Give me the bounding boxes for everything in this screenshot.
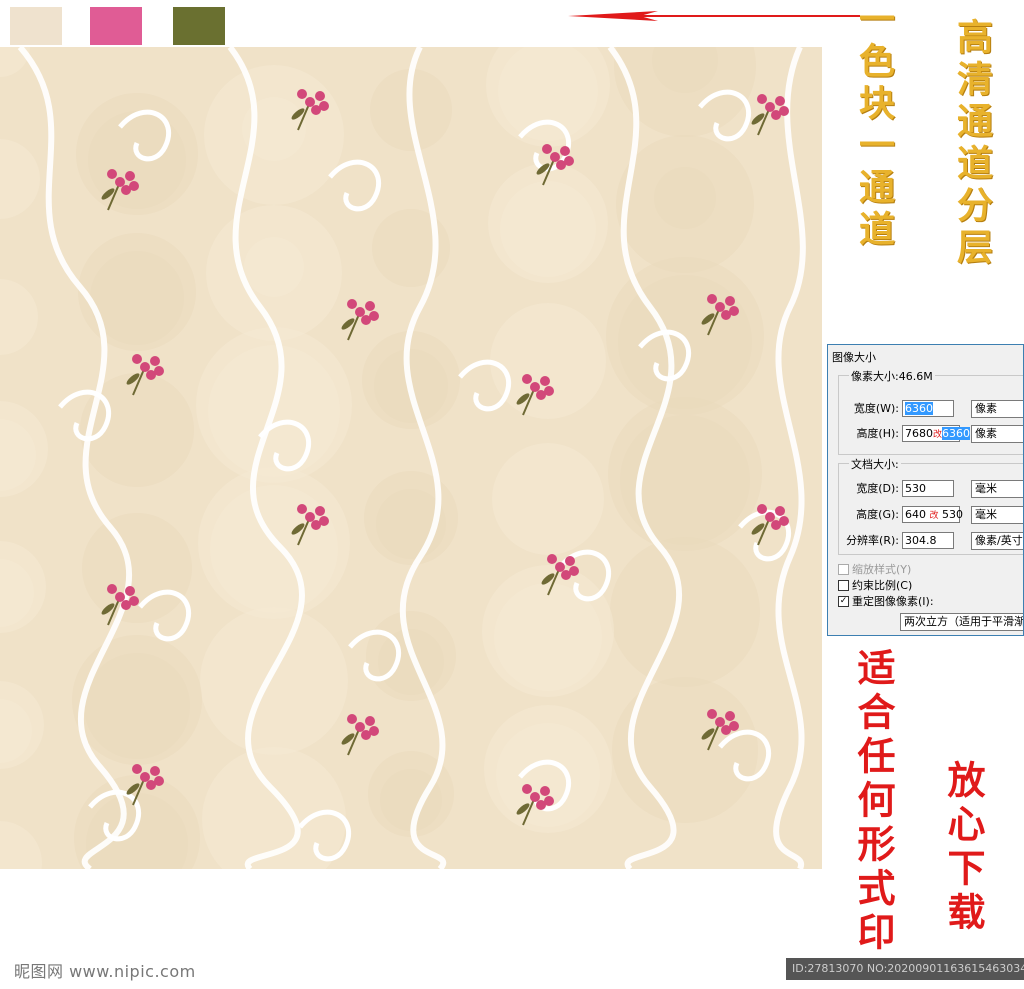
texture-blob <box>490 303 606 419</box>
height-row: 高度(H): 7680改6360 <box>839 423 971 443</box>
pattern-preview <box>0 47 822 869</box>
texture-blob <box>488 163 608 283</box>
scroll-vine <box>773 47 806 869</box>
scale-styles-label: 缩放样式(Y) <box>852 563 912 576</box>
constrain-proportions-checkbox[interactable]: 约束比例(C) <box>838 577 912 593</box>
flower-sprig <box>751 94 789 136</box>
resolution-unit-select[interactable]: 像素/英寸 <box>971 532 1023 550</box>
flower-sprig <box>341 299 379 341</box>
texture-blob <box>482 565 614 697</box>
width-row: 宽度(W): 6360 <box>839 398 954 418</box>
height-label: 高度(H): <box>856 427 899 440</box>
resolution-input[interactable]: 304.8 <box>902 531 954 549</box>
texture-blob <box>364 471 458 565</box>
texture-blob <box>82 513 192 623</box>
texture-blob <box>0 139 40 219</box>
scroll-vine <box>399 47 447 869</box>
left-arrow-icon <box>568 11 860 21</box>
resample-method-select[interactable]: 两次立方（适用于平滑渐变 <box>900 613 1023 631</box>
site-watermark: 昵图网 www.nipic.com <box>14 962 196 981</box>
resample-label: 重定图像像素(I): <box>852 595 934 608</box>
doc-height-label: 高度(G): <box>856 508 899 521</box>
width-input[interactable]: 6360 <box>902 399 954 417</box>
flower-sprig <box>341 714 379 756</box>
constrain-label: 约束比例(C) <box>852 579 913 592</box>
doc-height-row: 高度(G): 640 改 530 <box>839 504 963 524</box>
texture-blob <box>0 821 42 869</box>
texture-blob <box>200 607 348 755</box>
texture-blob <box>0 541 46 633</box>
color-swatch-pink <box>90 7 142 45</box>
width-unit-select[interactable]: 像素 <box>971 400 1023 418</box>
doc-width-label: 宽度(D): <box>856 482 899 495</box>
resolution-row: 分辨率(R): 304.8 <box>839 530 954 550</box>
height-input[interactable]: 7680改6360 <box>902 424 971 442</box>
doc-width-input[interactable]: 530 <box>902 479 954 497</box>
texture-blob <box>0 279 38 355</box>
image-id-watermark: ID:27813070 NO:20200901163615463034 <box>786 958 1024 980</box>
image-size-dialog: 图像大小 像素大小:46.6M 宽度(W): 6360 像素 高度(H): 76… <box>827 344 1024 636</box>
height-unit-select[interactable]: 像素 <box>971 425 1023 443</box>
scale-styles-checkbox[interactable]: 缩放样式(Y) <box>838 561 911 577</box>
texture-blob <box>244 237 304 297</box>
document-size-group: 文档大小: 宽度(D): 530 毫米 高度(G): 640 改 530 毫米 … <box>838 456 1023 555</box>
texture-blob <box>608 397 762 551</box>
texture-blob <box>78 233 196 351</box>
texture-blob <box>72 635 202 765</box>
resample-checkbox[interactable]: ✓ 重定图像像素(I): <box>838 593 934 609</box>
texture-blob <box>606 257 764 415</box>
doc-width-unit-select[interactable]: 毫米 <box>971 480 1023 498</box>
texture-blob <box>0 401 48 497</box>
pixel-group-label: 像素大小:46.6M <box>849 368 935 384</box>
width-label: 宽度(W): <box>853 402 899 415</box>
texture-blob <box>484 705 612 833</box>
texture-blob <box>486 47 610 147</box>
doc-height-unit-select[interactable]: 毫米 <box>971 506 1023 524</box>
caption-safe-download: 放心下载 <box>941 760 986 936</box>
dialog-title: 图像大小 <box>832 351 876 364</box>
texture-blob <box>610 537 760 687</box>
color-swatch-olive <box>173 7 225 45</box>
color-swatch-cream <box>10 7 62 45</box>
texture-blob <box>492 443 604 555</box>
doc-height-input[interactable]: 640 改 530 <box>902 505 963 523</box>
scale-styles-box <box>838 563 849 575</box>
texture-blob <box>0 681 44 769</box>
resample-box-checked: ✓ <box>838 595 849 607</box>
caption-one-color-one-channel: 一色块一通道 <box>853 0 895 252</box>
constrain-box <box>838 579 849 591</box>
texture-blob <box>654 167 716 229</box>
caption-hd-channel-layers: 高清通道分层 <box>951 18 993 270</box>
caption-suitable-print: 适合任何形式印 <box>851 648 896 956</box>
floral-pattern <box>0 47 806 869</box>
pixel-dimensions-group: 像素大小:46.6M 宽度(W): 6360 像素 高度(H): 7680改63… <box>838 368 1023 455</box>
resolution-label: 分辨率(R): <box>846 534 899 547</box>
doc-width-row: 宽度(D): 530 <box>839 478 954 498</box>
doc-group-label: 文档大小: <box>849 456 901 472</box>
scroll-curl <box>328 159 382 212</box>
